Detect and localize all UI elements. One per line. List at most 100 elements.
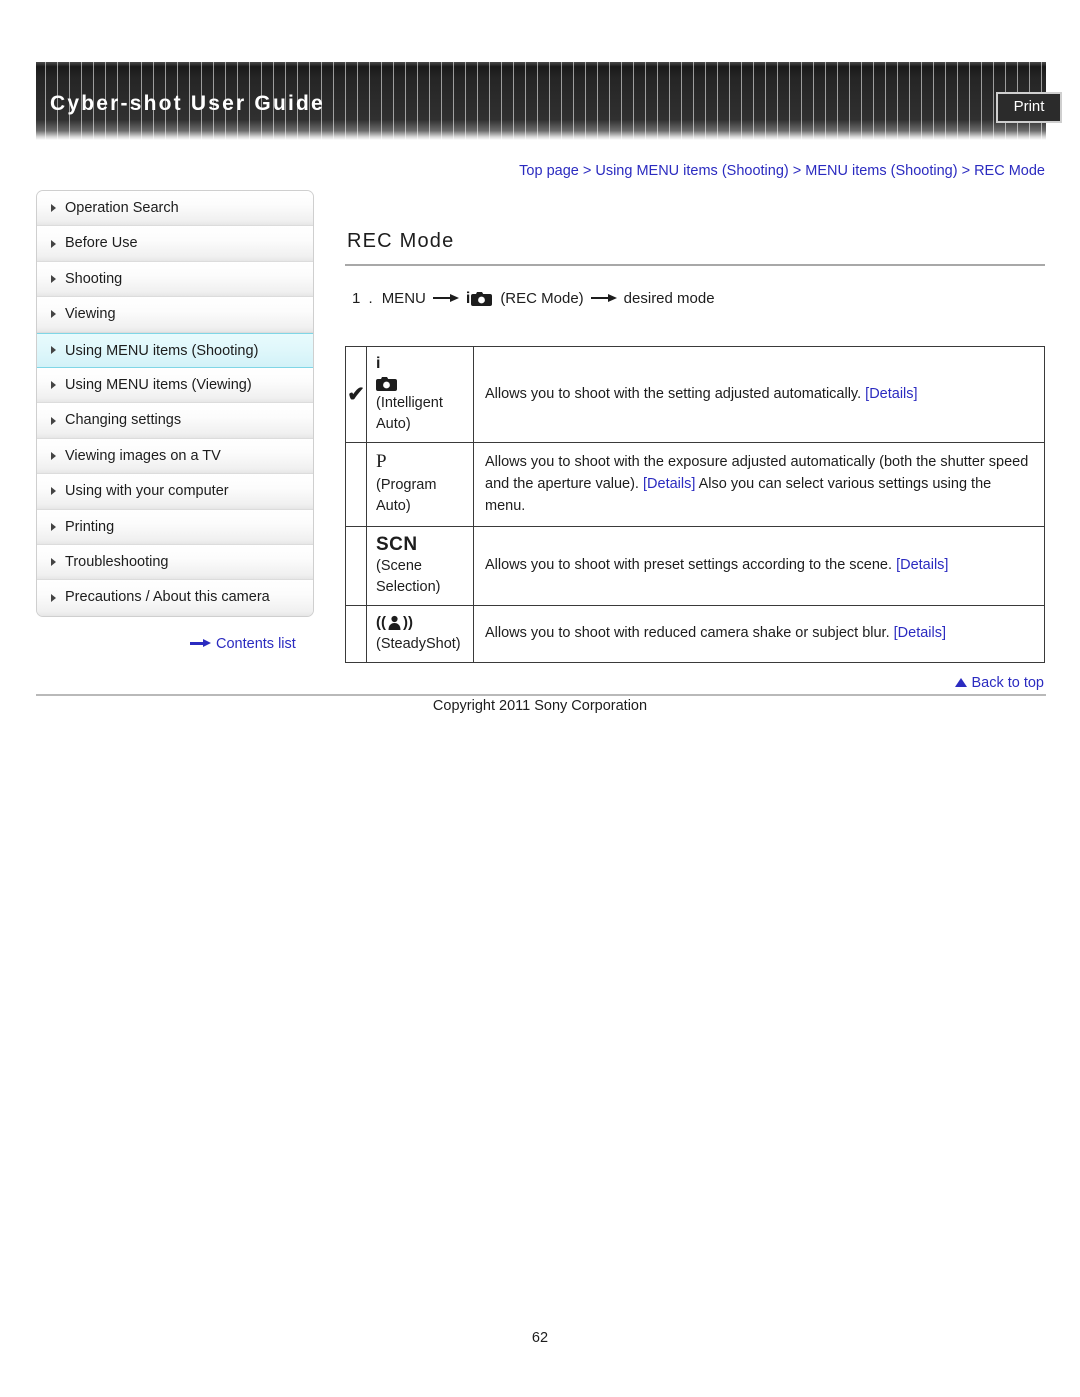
details-link[interactable]: [Details] — [643, 476, 695, 492]
sidebar-item-troubleshooting[interactable]: Troubleshooting — [37, 544, 313, 581]
step-instruction: 1 . MENU i (REC Mode) desired mode — [352, 290, 715, 307]
person-icon — [388, 615, 401, 630]
mode-name-cell: P (Program Auto) — [366, 442, 474, 528]
sidebar-item-label: Shooting — [65, 270, 123, 287]
description-text: Allows you to shoot with the setting adj… — [485, 385, 862, 402]
details-link[interactable]: [Details] — [894, 625, 946, 641]
mode-description-cell: Allows you to shoot with reduced camera … — [473, 605, 1045, 664]
steadyshot-right-wave: )) — [403, 614, 413, 632]
intelligent-auto-icon: i — [466, 290, 493, 307]
step-target: desired mode — [623, 290, 715, 307]
rec-mode-table-body: ✔ i (Intelligent Auto) Allows you to shoot … — [345, 345, 1045, 664]
caret-right-icon — [51, 451, 56, 460]
sidebar-item-precautions-about-this-camera[interactable]: Precautions / About this camera — [37, 580, 313, 616]
table-row: SCN (Scene Selection) Allows you to shoot … — [345, 526, 1045, 607]
contents-list-link[interactable]: Contents list — [190, 636, 296, 652]
sidebar-item-label: Changing settings — [65, 412, 182, 429]
arrow-right-icon — [190, 638, 212, 648]
sidebar-item-printing[interactable]: Printing — [37, 509, 313, 545]
page-number: 62 — [531, 1330, 549, 1346]
contents-list-label: Contents list — [216, 636, 296, 652]
title-divider — [345, 264, 1045, 266]
selected-mode-checkmark-cell — [345, 526, 367, 607]
arrow-right-icon — [432, 294, 459, 303]
step-menu-label: MENU — [381, 290, 426, 307]
description-text: Allows you to shoot with reduced camera … — [485, 625, 890, 642]
app-title: Cyber-shot User Guide — [50, 92, 325, 115]
sidebar-item-viewing-images-on-a-tv[interactable]: Viewing images on a TV — [37, 438, 313, 475]
caret-right-icon — [51, 274, 56, 283]
mode-name-cell: i (Intelligent Auto) — [366, 345, 474, 444]
mode-name-cell: (()) (SteadyShot) — [366, 605, 474, 664]
mode-label: (Scene Selection) — [376, 558, 441, 596]
selected-mode-checkmark-cell: ✔ — [345, 345, 367, 444]
sidebar-item-label: Before Use — [65, 235, 138, 252]
sidebar-item-operation-search[interactable]: Operation Search — [37, 191, 313, 227]
step-number: 1 . — [352, 290, 375, 307]
steadyshot-icon: (()) — [376, 615, 413, 631]
breadcrumb[interactable]: Top page > Using MENU items (Shooting) >… — [345, 163, 1045, 179]
caret-right-icon — [51, 558, 56, 567]
icon-letter-i: i — [465, 290, 471, 307]
arrow-right-icon — [590, 294, 617, 303]
sidebar-item-shooting[interactable]: Shooting — [37, 261, 313, 298]
sidebar-item-using-menu-items-viewing[interactable]: Using MENU items (Viewing) — [37, 367, 313, 404]
caret-right-icon — [51, 204, 56, 213]
sidebar-item-before-use[interactable]: Before Use — [37, 226, 313, 262]
program-auto-mode: P (Program Auto) — [376, 452, 464, 517]
step-icon-caption: (REC Mode) — [500, 290, 584, 307]
sidebar-nav: Operation Search Before Use Shooting Viewin… — [36, 190, 314, 617]
sidebar-item-label: Using MENU items (Shooting) — [65, 342, 259, 359]
details-link[interactable]: [Details] — [865, 386, 917, 402]
sidebar-item-label: Operation Search — [65, 200, 179, 216]
back-to-top-link[interactable]: Back to top — [955, 675, 1044, 691]
icon-letter-i: i — [376, 355, 381, 372]
sidebar-item-label: Viewing images on a TV — [65, 447, 221, 464]
mode-description-cell: Allows you to shoot with preset settings… — [473, 526, 1045, 607]
caret-right-icon — [51, 310, 56, 319]
caret-right-icon — [51, 239, 56, 248]
print-button[interactable]: Print — [996, 92, 1062, 123]
sidebar-item-using-menu-items-shooting[interactable]: Using MENU items (Shooting) — [37, 332, 313, 368]
caret-right-icon — [51, 416, 56, 425]
caret-right-icon — [51, 593, 56, 602]
scene-selection-icon: SCN — [376, 534, 418, 556]
copyright-text: Copyright 2011 Sony Corporation — [432, 698, 648, 714]
mode-description-cell: Allows you to shoot with the setting adj… — [473, 345, 1045, 444]
sidebar-item-label: Viewing — [65, 306, 116, 323]
sidebar-item-label: Printing — [65, 518, 115, 535]
sidebar-item-label: Precautions / About this camera — [65, 589, 270, 606]
selected-mode-checkmark-cell — [345, 442, 367, 528]
mode-name-cell: SCN (Scene Selection) — [366, 526, 474, 607]
steadyshot-left-wave: (( — [376, 614, 386, 632]
sidebar-item-using-with-your-computer[interactable]: Using with your computer — [37, 474, 313, 510]
sidebar-item-label: Troubleshooting — [65, 553, 169, 570]
program-mode-icon: P — [376, 451, 387, 473]
mode-label: (SteadyShot) — [376, 636, 461, 653]
back-to-top-label: Back to top — [971, 675, 1044, 691]
intelligent-auto-icon: i — [376, 354, 464, 392]
rec-mode-table: ✔ i (Intelligent Auto) Allows you to shoot … — [345, 345, 1045, 664]
caret-right-icon — [51, 487, 56, 496]
checkmark-icon: ✔ — [347, 383, 365, 407]
sidebar-item-label: Using MENU items (Viewing) — [65, 376, 252, 393]
sidebar-item-viewing[interactable]: Viewing — [37, 297, 313, 333]
table-row: (()) (SteadyShot) Allows you to shoot with… — [345, 605, 1045, 664]
selected-mode-checkmark-cell — [345, 605, 367, 664]
footer-divider — [36, 694, 1046, 696]
page-title: REC Mode — [347, 230, 455, 252]
camera-icon — [376, 377, 397, 392]
caret-right-icon — [51, 522, 56, 531]
caret-right-icon — [51, 381, 56, 390]
sidebar-item-changing-settings[interactable]: Changing settings — [37, 403, 313, 439]
camera-icon — [471, 292, 493, 306]
triangle-up-icon — [955, 677, 968, 687]
caret-right-icon — [51, 346, 56, 355]
details-link[interactable]: [Details] — [896, 557, 948, 573]
mode-label: (Intelligent Auto) — [376, 395, 443, 433]
description-text: Allows you to shoot with preset settings… — [485, 557, 893, 574]
mode-label: (Program Auto) — [376, 477, 437, 515]
table-row: P (Program Auto) Allows you to shoot with … — [345, 442, 1045, 528]
mode-description-cell: Allows you to shoot with the exposure ad… — [473, 442, 1045, 528]
sidebar-item-label: Using with your computer — [65, 483, 229, 500]
